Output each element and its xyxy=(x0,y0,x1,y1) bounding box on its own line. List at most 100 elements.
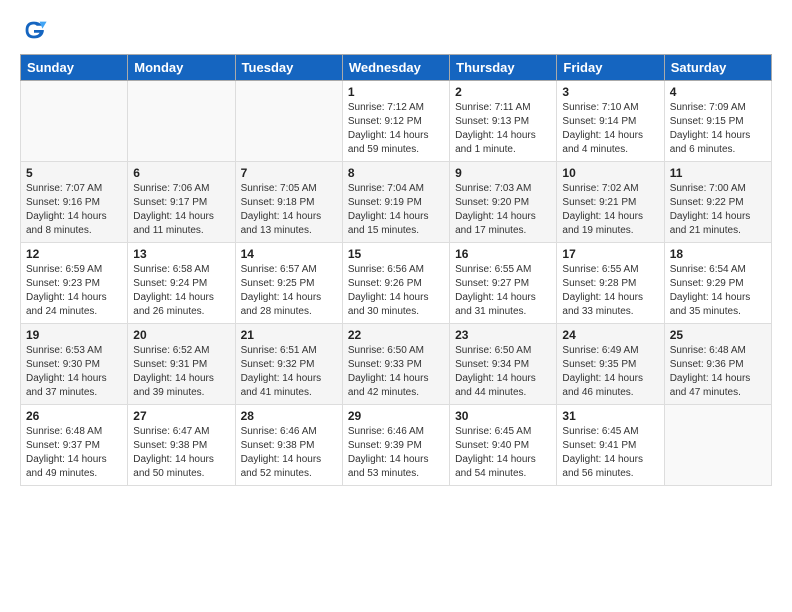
calendar-cell: 18 Sunrise: 6:54 AMSunset: 9:29 PMDayligh… xyxy=(664,243,771,324)
calendar-cell: 4 Sunrise: 7:09 AMSunset: 9:15 PMDaylight… xyxy=(664,81,771,162)
calendar-week-row: 26 Sunrise: 6:48 AMSunset: 9:37 PMDayligh… xyxy=(21,405,772,486)
day-info: Sunrise: 6:46 AMSunset: 9:39 PMDaylight:… xyxy=(348,425,444,481)
day-info: Sunrise: 6:58 AMSunset: 9:24 PMDaylight:… xyxy=(133,263,229,319)
day-number: 19 xyxy=(26,328,122,342)
day-info: Sunrise: 7:06 AMSunset: 9:17 PMDaylight:… xyxy=(133,182,229,238)
calendar-cell: 28 Sunrise: 6:46 AMSunset: 9:38 PMDayligh… xyxy=(235,405,342,486)
day-info: Sunrise: 6:55 AMSunset: 9:28 PMDaylight:… xyxy=(562,263,658,319)
day-info: Sunrise: 7:07 AMSunset: 9:16 PMDaylight:… xyxy=(26,182,122,238)
calendar-cell: 24 Sunrise: 6:49 AMSunset: 9:35 PMDayligh… xyxy=(557,324,664,405)
header-cell: Sunday xyxy=(21,55,128,81)
logo xyxy=(20,16,52,44)
page: SundayMondayTuesdayWednesdayThursdayFrid… xyxy=(0,0,792,496)
calendar-cell xyxy=(664,405,771,486)
day-number: 13 xyxy=(133,247,229,261)
calendar-cell: 11 Sunrise: 7:00 AMSunset: 9:22 PMDayligh… xyxy=(664,162,771,243)
header-cell: Wednesday xyxy=(342,55,449,81)
calendar-week-row: 5Sunrise: 7:07 AMSunset: 9:16 PMDaylight… xyxy=(21,162,772,243)
calendar-cell: 12 Sunrise: 6:59 AMSunset: 9:23 PMDayligh… xyxy=(21,243,128,324)
day-number: 28 xyxy=(241,409,337,423)
day-info: Sunrise: 6:50 AMSunset: 9:34 PMDaylight:… xyxy=(455,344,551,400)
day-number: 11 xyxy=(670,166,766,180)
day-number: 23 xyxy=(455,328,551,342)
day-number: 24 xyxy=(562,328,658,342)
calendar-cell: 29 Sunrise: 6:46 AMSunset: 9:39 PMDayligh… xyxy=(342,405,449,486)
calendar-cell: 1 Sunrise: 7:12 AMSunset: 9:12 PMDaylight… xyxy=(342,81,449,162)
calendar-cell: 15Sunrise: 6:56 AMSunset: 9:26 PMDayligh… xyxy=(342,243,449,324)
calendar-week-row: 19 Sunrise: 6:53 AMSunset: 9:30 PMDayligh… xyxy=(21,324,772,405)
day-number: 21 xyxy=(241,328,337,342)
calendar-cell: 30 Sunrise: 6:45 AMSunset: 9:40 PMDayligh… xyxy=(450,405,557,486)
day-info: Sunrise: 6:50 AMSunset: 9:33 PMDaylight:… xyxy=(348,344,444,400)
day-info: Sunrise: 6:56 AMSunset: 9:26 PMDaylight:… xyxy=(348,263,444,319)
day-info: Sunrise: 6:57 AMSunset: 9:25 PMDaylight:… xyxy=(241,263,337,319)
calendar-week-row: 1 Sunrise: 7:12 AMSunset: 9:12 PMDaylight… xyxy=(21,81,772,162)
day-info: Sunrise: 7:03 AMSunset: 9:20 PMDaylight:… xyxy=(455,182,551,238)
calendar-cell xyxy=(235,81,342,162)
day-info: Sunrise: 6:59 AMSunset: 9:23 PMDaylight:… xyxy=(26,263,122,319)
day-info: Sunrise: 6:47 AMSunset: 9:38 PMDaylight:… xyxy=(133,425,229,481)
calendar-week-row: 12 Sunrise: 6:59 AMSunset: 9:23 PMDayligh… xyxy=(21,243,772,324)
day-number: 4 xyxy=(670,85,766,99)
day-number: 26 xyxy=(26,409,122,423)
day-info: Sunrise: 6:49 AMSunset: 9:35 PMDaylight:… xyxy=(562,344,658,400)
day-info: Sunrise: 7:12 AMSunset: 9:12 PMDaylight:… xyxy=(348,101,444,157)
day-number: 30 xyxy=(455,409,551,423)
day-number: 10 xyxy=(562,166,658,180)
calendar-cell: 10 Sunrise: 7:02 AMSunset: 9:21 PMDayligh… xyxy=(557,162,664,243)
logo-icon xyxy=(20,16,48,44)
day-info: Sunrise: 7:00 AMSunset: 9:22 PMDaylight:… xyxy=(670,182,766,238)
calendar-cell: 25 Sunrise: 6:48 AMSunset: 9:36 PMDayligh… xyxy=(664,324,771,405)
calendar-cell: 17Sunrise: 6:55 AMSunset: 9:28 PMDayligh… xyxy=(557,243,664,324)
calendar-cell: 16 Sunrise: 6:55 AMSunset: 9:27 PMDayligh… xyxy=(450,243,557,324)
header-cell: Friday xyxy=(557,55,664,81)
header-cell: Monday xyxy=(128,55,235,81)
calendar-cell: 20Sunrise: 6:52 AMSunset: 9:31 PMDayligh… xyxy=(128,324,235,405)
day-info: Sunrise: 7:04 AMSunset: 9:19 PMDaylight:… xyxy=(348,182,444,238)
calendar-cell: 13 Sunrise: 6:58 AMSunset: 9:24 PMDayligh… xyxy=(128,243,235,324)
day-info: Sunrise: 6:48 AMSunset: 9:37 PMDaylight:… xyxy=(26,425,122,481)
day-info: Sunrise: 7:02 AMSunset: 9:21 PMDaylight:… xyxy=(562,182,658,238)
day-info: Sunrise: 6:48 AMSunset: 9:36 PMDaylight:… xyxy=(670,344,766,400)
day-number: 18 xyxy=(670,247,766,261)
day-number: 12 xyxy=(26,247,122,261)
day-info: Sunrise: 6:55 AMSunset: 9:27 PMDaylight:… xyxy=(455,263,551,319)
calendar-cell: 3 Sunrise: 7:10 AMSunset: 9:14 PMDaylight… xyxy=(557,81,664,162)
day-info: Sunrise: 6:51 AMSunset: 9:32 PMDaylight:… xyxy=(241,344,337,400)
calendar-cell: 26 Sunrise: 6:48 AMSunset: 9:37 PMDayligh… xyxy=(21,405,128,486)
day-number: 29 xyxy=(348,409,444,423)
calendar-cell: 22 Sunrise: 6:50 AMSunset: 9:33 PMDayligh… xyxy=(342,324,449,405)
day-number: 22 xyxy=(348,328,444,342)
calendar-cell: 21 Sunrise: 6:51 AMSunset: 9:32 PMDayligh… xyxy=(235,324,342,405)
day-info: Sunrise: 7:10 AMSunset: 9:14 PMDaylight:… xyxy=(562,101,658,157)
day-number: 9 xyxy=(455,166,551,180)
header-cell: Tuesday xyxy=(235,55,342,81)
day-info: Sunrise: 6:53 AMSunset: 9:30 PMDaylight:… xyxy=(26,344,122,400)
day-number: 3 xyxy=(562,85,658,99)
calendar-cell: 7 Sunrise: 7:05 AMSunset: 9:18 PMDaylight… xyxy=(235,162,342,243)
day-number: 2 xyxy=(455,85,551,99)
day-info: Sunrise: 7:09 AMSunset: 9:15 PMDaylight:… xyxy=(670,101,766,157)
day-number: 14 xyxy=(241,247,337,261)
day-number: 25 xyxy=(670,328,766,342)
day-info: Sunrise: 6:46 AMSunset: 9:38 PMDaylight:… xyxy=(241,425,337,481)
day-number: 7 xyxy=(241,166,337,180)
header-cell: Saturday xyxy=(664,55,771,81)
calendar-cell: 9 Sunrise: 7:03 AMSunset: 9:20 PMDaylight… xyxy=(450,162,557,243)
day-info: Sunrise: 6:54 AMSunset: 9:29 PMDaylight:… xyxy=(670,263,766,319)
calendar-cell: 2Sunrise: 7:11 AMSunset: 9:13 PMDaylight… xyxy=(450,81,557,162)
calendar-cell: 8 Sunrise: 7:04 AMSunset: 9:19 PMDaylight… xyxy=(342,162,449,243)
header-row: SundayMondayTuesdayWednesdayThursdayFrid… xyxy=(21,55,772,81)
day-number: 20 xyxy=(133,328,229,342)
calendar-cell: 5Sunrise: 7:07 AMSunset: 9:16 PMDaylight… xyxy=(21,162,128,243)
calendar-cell: 31Sunrise: 6:45 AMSunset: 9:41 PMDayligh… xyxy=(557,405,664,486)
day-number: 6 xyxy=(133,166,229,180)
day-number: 8 xyxy=(348,166,444,180)
calendar: SundayMondayTuesdayWednesdayThursdayFrid… xyxy=(20,54,772,486)
day-info: Sunrise: 6:45 AMSunset: 9:40 PMDaylight:… xyxy=(455,425,551,481)
day-number: 1 xyxy=(348,85,444,99)
calendar-cell: 27 Sunrise: 6:47 AMSunset: 9:38 PMDayligh… xyxy=(128,405,235,486)
day-number: 16 xyxy=(455,247,551,261)
day-number: 27 xyxy=(133,409,229,423)
day-info: Sunrise: 7:05 AMSunset: 9:18 PMDaylight:… xyxy=(241,182,337,238)
